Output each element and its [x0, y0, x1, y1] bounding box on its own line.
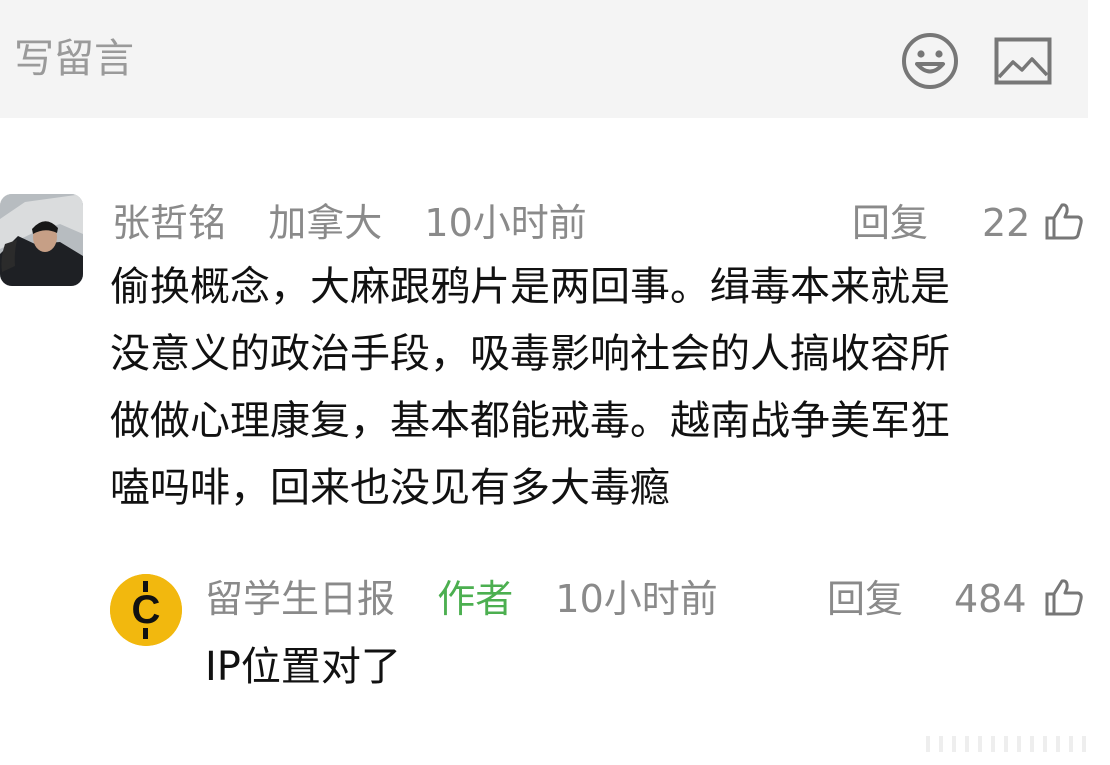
reply-like-count: 484: [954, 577, 1027, 621]
comment-section: 写留言 张哲铭 加拿大 10小时前 回复 22 偷换概念，大麻跟鸦片是两回事。缉…: [0, 0, 1110, 765]
thumbs-up-icon[interactable]: [1042, 200, 1084, 242]
comment-text: 偷换概念，大麻跟鸦片是两回事。缉毒本来就是 没意义的政治手段，吸毒影响社会的人搞…: [110, 254, 1080, 522]
thumbs-up-icon[interactable]: [1042, 576, 1084, 618]
reply-text: IP位置对了: [205, 644, 401, 690]
author-avatar[interactable]: C: [110, 574, 182, 646]
reply-time: 10小时前: [555, 577, 718, 621]
reply-reply-button[interactable]: 回复: [827, 574, 903, 624]
comment-time: 10小时前: [424, 201, 587, 245]
comment-reply-button[interactable]: 回复: [852, 198, 928, 248]
comment-text-line: 没意义的政治手段，吸毒影响社会的人搞收容所: [110, 331, 950, 377]
c-logo-icon: C: [110, 574, 182, 646]
author-badge: 作者: [437, 577, 514, 621]
smiley-face-icon[interactable]: [900, 31, 960, 91]
comment-input-placeholder[interactable]: 写留言: [14, 30, 134, 88]
comment-username[interactable]: 张哲铭: [112, 201, 226, 245]
avatar-letter: C: [132, 588, 161, 632]
watermark-lines: [926, 736, 1086, 752]
comment-location: 加拿大: [268, 201, 383, 245]
reply-username[interactable]: 留学生日报: [205, 577, 395, 621]
comment-text-line: 嗑吗啡，回来也没见有多大毒瘾: [110, 465, 670, 511]
comment-input-bar[interactable]: 写留言: [0, 0, 1088, 118]
reply-meta: 留学生日报 作者 10小时前: [205, 574, 718, 624]
comment-like-count: 22: [982, 201, 1031, 245]
picture-icon[interactable]: [994, 37, 1052, 85]
comment-text-line: 做做心理康复，基本都能戒毒。越南战争美军狂: [110, 398, 950, 444]
comment-text-line: 偷换概念，大麻跟鸦片是两回事。缉毒本来就是: [110, 264, 950, 310]
comment-meta: 张哲铭 加拿大 10小时前: [112, 198, 587, 248]
avatar[interactable]: [0, 194, 83, 286]
